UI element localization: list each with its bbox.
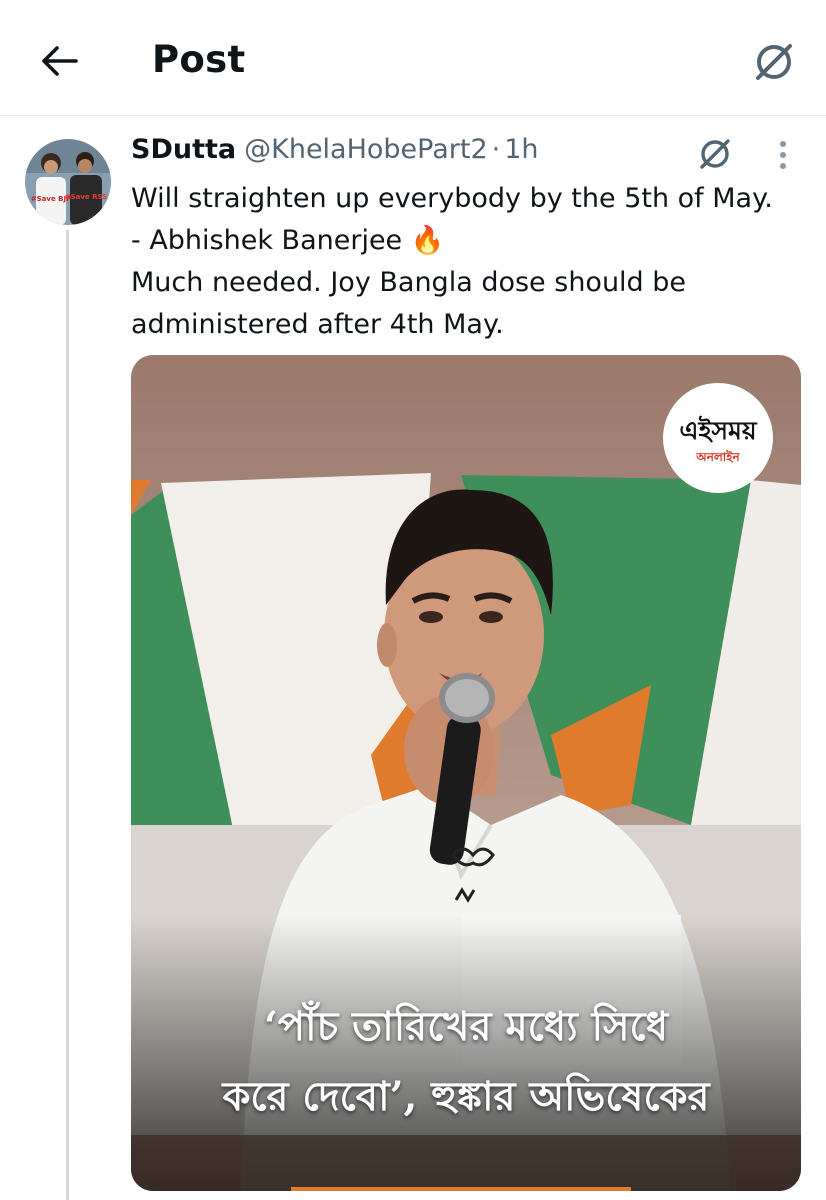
media-progress-bar <box>291 1187 631 1191</box>
user-handle[interactable]: @KhelaHobePart2 <box>244 134 488 165</box>
grok-icon <box>700 139 730 169</box>
grok-explain-button[interactable] <box>695 134 735 174</box>
avatar[interactable]: #Save BJP #Save RSS <box>25 139 111 225</box>
tweet-text: Will straighten up everybody by the 5th … <box>131 178 821 346</box>
arrow-left-icon <box>42 46 78 76</box>
caption-line-2: করে দেবো’, হুঙ্কার অভিষেকের <box>222 1073 710 1120</box>
logo-main-text: এইসময় <box>679 416 757 445</box>
more-button[interactable] <box>770 138 796 172</box>
tweet-header: SDutta @KhelaHobePart2 · 1h <box>131 134 539 165</box>
tweet-line: administered after 4th May. <box>131 309 504 340</box>
page-title: Post <box>152 38 246 81</box>
logo-sub-text: অনলাইন <box>696 450 740 464</box>
top-bar: Post <box>0 0 826 116</box>
display-name[interactable]: SDutta <box>131 134 236 165</box>
grok-icon <box>756 44 792 80</box>
more-vertical-icon <box>780 141 786 169</box>
tweet-line: Will straighten up everybody by the 5th … <box>131 183 773 214</box>
caption-line-1: ‘পাঁচ তারিখের মধ্যে সিধে <box>263 1003 669 1050</box>
back-button[interactable] <box>38 40 80 82</box>
separator-dot: · <box>491 134 501 165</box>
tweet-media-image[interactable]: এইসময় অনলাইন ‘পাঁচ তারিখের মধ্যে সিধে ক… <box>131 355 801 1191</box>
news-logo: এইসময় অনলাইন <box>663 383 773 493</box>
grok-button[interactable] <box>750 38 798 86</box>
tweet-line: - Abhishek Banerjee 🔥 <box>131 225 445 256</box>
header-divider <box>0 115 826 116</box>
timestamp[interactable]: 1h <box>504 134 538 165</box>
tweet-line: Much needed. Joy Bangla dose should be <box>131 267 687 298</box>
thread-line <box>66 230 69 1200</box>
avatar-shirt-right-text: #Save RSS <box>65 193 108 201</box>
